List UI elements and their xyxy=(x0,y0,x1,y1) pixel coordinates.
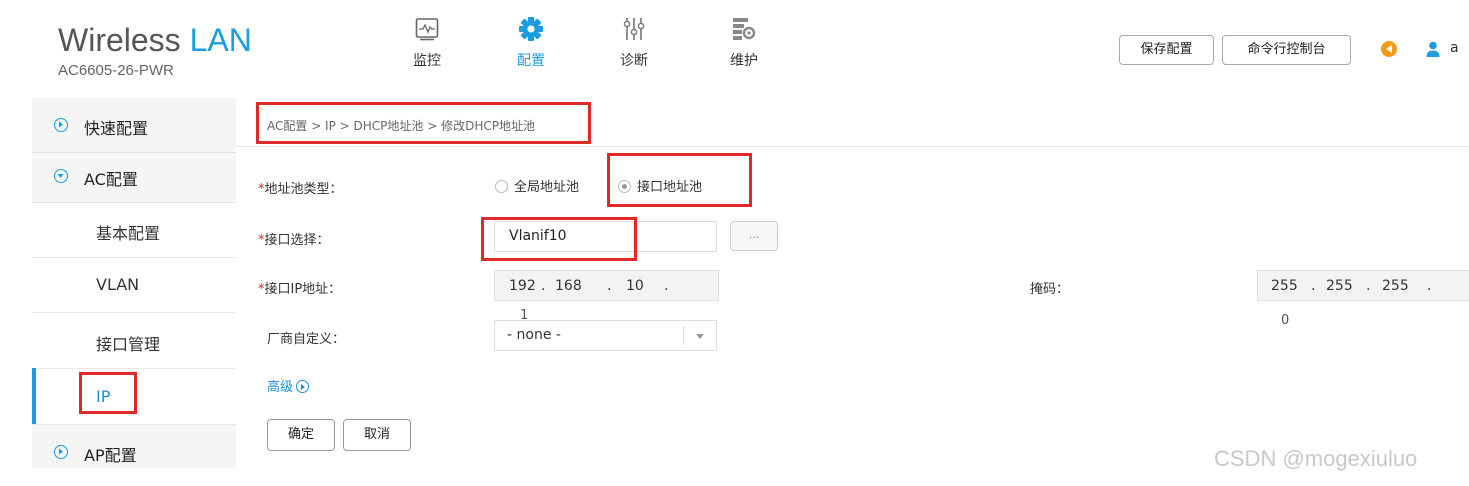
radio-global-pool[interactable]: 全局地址池 xyxy=(495,176,579,195)
radio-label: 全局地址池 xyxy=(514,180,580,195)
sidebar-item-quick-config[interactable]: 快速配置 xyxy=(32,98,236,153)
mask-octet-1: 255 xyxy=(1271,278,1298,294)
mask-dot: . xyxy=(1311,278,1316,294)
nav-maintain-label: 维护 xyxy=(730,53,758,69)
top-header: Wireless LAN AC6605-26-PWR 监控 配置 诊断 维护 保… xyxy=(0,0,1469,90)
advanced-link-label: 高级 xyxy=(267,380,294,395)
vendor-select-value: - none - xyxy=(507,327,561,343)
sidebar-item-label: VLAN xyxy=(96,275,140,294)
ip-dot: . xyxy=(664,278,669,294)
interface-input[interactable]: Vlanif10 xyxy=(494,221,717,252)
user-icon[interactable] xyxy=(1426,41,1440,57)
interface-ip-label: *接口IP地址： xyxy=(258,278,341,297)
speaker-icon[interactable] xyxy=(1381,41,1397,57)
nav-diagnose[interactable]: 诊断 xyxy=(604,16,664,70)
sidebar-active-indicator xyxy=(32,368,36,424)
pool-type-label: *地址池类型： xyxy=(258,178,343,197)
sliders-icon xyxy=(623,18,645,40)
vendor-label: 厂商自定义： xyxy=(267,332,346,347)
sidebar-item-label: AP配置 xyxy=(84,446,137,465)
sidebar-item-label: 快速配置 xyxy=(84,119,149,138)
expand-circle-icon xyxy=(54,445,68,459)
interface-ip-input[interactable]: 192 . 168 . 10 . xyxy=(494,270,719,301)
ip-octet-3: 10 xyxy=(626,278,644,294)
radio-dot xyxy=(618,180,631,193)
sidebar-item-interface-mgmt[interactable]: 接口管理 xyxy=(32,313,236,369)
save-config-button[interactable]: 保存配置 xyxy=(1119,35,1214,65)
cancel-button[interactable]: 取消 xyxy=(343,419,411,451)
brand: Wireless LAN AC6605-26-PWR xyxy=(58,22,252,79)
mask-input[interactable]: 255 . 255 . 255 . xyxy=(1257,270,1469,301)
brand-word-lan: LAN xyxy=(189,22,252,58)
radio-interface-pool[interactable]: 接口地址池 xyxy=(618,176,702,195)
nav-maintain[interactable]: 维护 xyxy=(714,16,774,70)
nav-monitor[interactable]: 监控 xyxy=(397,16,457,70)
device-model: AC6605-26-PWR xyxy=(58,62,174,79)
mask-octet-4-wrapped: 0 xyxy=(1281,313,1290,328)
expand-circle-icon xyxy=(54,118,68,132)
ip-octet-2: 168 xyxy=(555,278,582,294)
ok-button[interactable]: 确定 xyxy=(267,419,335,451)
nav-config[interactable]: 配置 xyxy=(501,16,561,70)
nav-monitor-label: 监控 xyxy=(413,53,441,69)
cli-console-button[interactable]: 命令行控制台 xyxy=(1222,35,1351,65)
radio-dot xyxy=(495,180,508,193)
interface-ip-label-text: 接口IP地址： xyxy=(264,282,342,297)
radio-label: 接口地址池 xyxy=(637,180,703,195)
mask-octet-3: 255 xyxy=(1382,278,1409,294)
sidebar-item-label: AC配置 xyxy=(84,170,138,189)
brand-title: Wireless LAN xyxy=(58,22,252,58)
mask-octet-2: 255 xyxy=(1326,278,1353,294)
chevron-down-icon xyxy=(696,334,704,339)
sidebar-item-label: IP xyxy=(96,387,111,406)
gear-icon xyxy=(519,17,543,41)
breadcrumb: AC配置 > IP > DHCP地址池 > 修改DHCP地址池 xyxy=(267,119,535,133)
interface-label: *接口选择： xyxy=(258,229,330,248)
sidebar-item-vlan[interactable]: VLAN xyxy=(32,258,236,313)
maintenance-icon xyxy=(733,18,756,40)
collapse-circle-icon xyxy=(54,169,68,183)
mask-dot: . xyxy=(1427,278,1432,294)
nav-config-label: 配置 xyxy=(517,53,545,69)
sidebar-item-ip[interactable]: IP xyxy=(32,369,236,425)
brand-word-wireless: Wireless xyxy=(58,22,181,58)
sidebar-item-ac-config[interactable]: AC配置 xyxy=(32,153,236,203)
sidebar: 快速配置 AC配置 基本配置 VLAN 接口管理 IP AP配置 xyxy=(32,98,236,468)
nav-diagnose-label: 诊断 xyxy=(620,53,648,69)
interface-label-text: 接口选择： xyxy=(264,233,330,248)
ip-octet-1: 192 xyxy=(509,278,536,294)
sidebar-item-label: 接口管理 xyxy=(96,335,161,354)
sidebar-item-label: 基本配置 xyxy=(96,224,161,243)
ip-dot: . xyxy=(541,278,546,294)
sidebar-item-basic-config[interactable]: 基本配置 xyxy=(32,203,236,258)
content-divider xyxy=(236,146,1469,147)
mask-label: 掩码： xyxy=(1030,282,1070,297)
vendor-select[interactable]: - none - xyxy=(494,320,717,351)
expand-circle-icon xyxy=(296,380,310,393)
ip-dot: . xyxy=(607,278,612,294)
user-name[interactable]: a xyxy=(1450,40,1459,56)
watermark: CSDN @mogexiuluo xyxy=(1214,446,1418,471)
pool-type-label-text: 地址池类型： xyxy=(264,182,343,197)
select-divider xyxy=(683,326,684,345)
browse-interface-button[interactable]: ... xyxy=(730,221,778,251)
monitor-icon xyxy=(415,18,439,41)
advanced-link[interactable]: 高级 xyxy=(267,376,310,395)
mask-dot: . xyxy=(1366,278,1371,294)
sidebar-item-ap-config[interactable]: AP配置 xyxy=(32,425,236,468)
